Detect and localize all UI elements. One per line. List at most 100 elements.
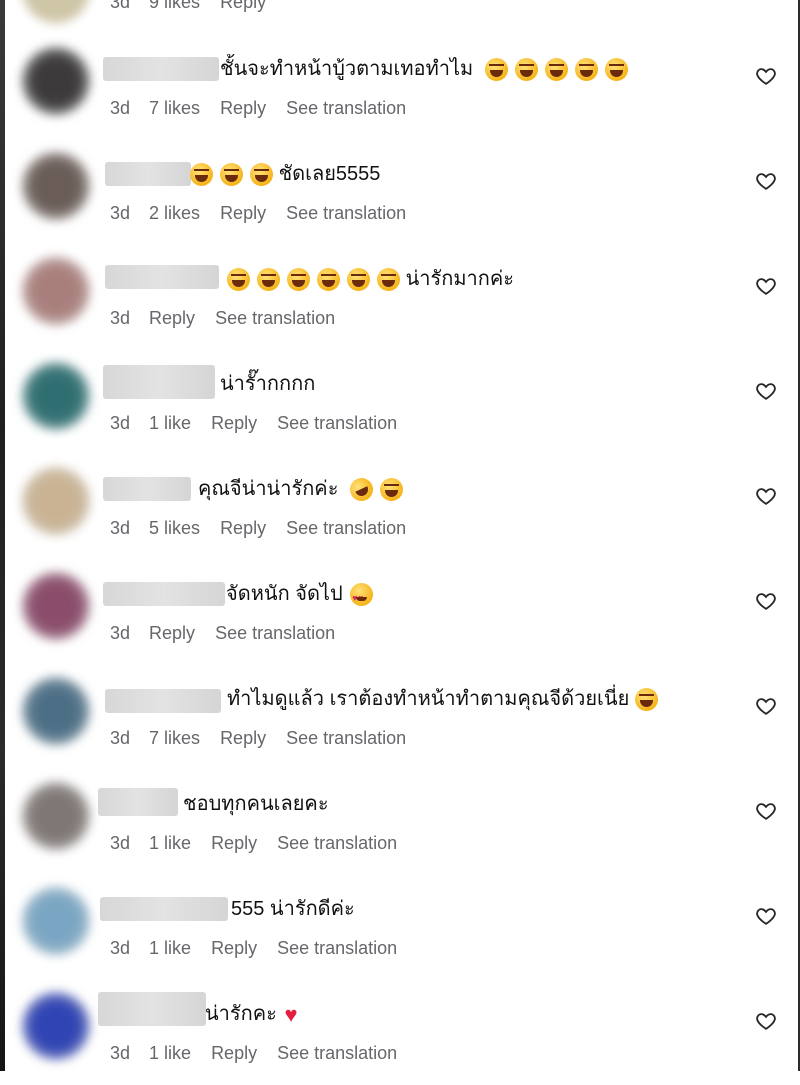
avatar[interactable] xyxy=(22,782,90,850)
emoji-row xyxy=(190,163,273,187)
reply-button[interactable]: Reply xyxy=(149,622,195,644)
comment-meta: 3d 7 likes Reply See translation xyxy=(110,97,406,119)
comment-likes[interactable]: 1 like xyxy=(149,412,191,434)
comment-text: ชัดเลย5555 xyxy=(190,162,381,187)
comment-likes[interactable]: 1 like xyxy=(149,937,191,959)
avatar[interactable] xyxy=(22,152,90,220)
comment-item: ชัดเลย5555 3d 2 likes Reply See translat… xyxy=(5,140,798,245)
comment-item: คุณจีน่าน่ารักค่ะ 3d 5 likes Reply See t… xyxy=(5,455,798,560)
like-heart-icon[interactable] xyxy=(755,905,777,927)
username-redacted[interactable] xyxy=(103,477,191,501)
reply-button[interactable]: Reply xyxy=(211,1042,257,1064)
comment-body: จัดหนัก จัดไป xyxy=(226,583,343,605)
comment-likes[interactable]: 7 likes xyxy=(149,97,200,119)
like-heart-icon[interactable] xyxy=(755,800,777,822)
avatar[interactable] xyxy=(22,257,90,325)
username-redacted[interactable] xyxy=(105,265,219,289)
username-redacted[interactable] xyxy=(98,992,206,1026)
comment-text: คุณจีน่าน่ารักค่ะ xyxy=(198,474,403,506)
comment-text: น่ารักคะ ♥ xyxy=(205,1002,298,1027)
username-redacted[interactable] xyxy=(103,582,225,606)
red-heart-emoji-icon: ♥ xyxy=(284,1001,298,1027)
comment-likes[interactable]: 9 likes xyxy=(149,0,200,13)
see-translation-button[interactable]: See translation xyxy=(277,1042,397,1064)
comment-time: 3d xyxy=(110,938,131,958)
see-translation-button[interactable]: See translation xyxy=(286,97,406,119)
reply-button[interactable]: Reply xyxy=(149,307,195,329)
see-translation-button[interactable]: See translation xyxy=(277,832,397,854)
comment-body: ทำไมดูแล้ว เราต้องทำหน้าทำตามคุณจีด้วยเน… xyxy=(227,688,630,710)
comment-likes[interactable]: 5 likes xyxy=(149,517,200,539)
comment-item: ทำไมดูแล้ว เราต้องทำหน้าทำตามคุณจีด้วยเน… xyxy=(5,665,798,770)
username-redacted[interactable] xyxy=(98,788,178,816)
see-translation-button[interactable]: See translation xyxy=(286,517,406,539)
reply-button[interactable]: Reply xyxy=(211,832,257,854)
see-translation-button[interactable]: See translation xyxy=(286,202,406,224)
avatar[interactable] xyxy=(22,47,90,115)
comments-list: 3d 9 likes Reply ชั้นจะทำหน้าบู้วตามเทอท… xyxy=(5,0,798,1071)
see-translation-button[interactable]: See translation xyxy=(277,412,397,434)
username-redacted[interactable] xyxy=(103,57,219,81)
comment-text: 555 น่ารักดีค่ะ xyxy=(231,897,355,921)
comment-text: จัดหนัก จัดไป xyxy=(226,582,374,610)
laughing-emoji-icon xyxy=(227,268,250,292)
laughing-emoji-icon xyxy=(514,58,538,82)
comment-text: ทำไมดูแล้ว เราต้องทำหน้าทำตามคุณจีด้วยเน… xyxy=(227,687,658,712)
comment-likes[interactable]: 7 likes xyxy=(149,727,200,749)
reply-button[interactable]: Reply xyxy=(220,727,266,749)
avatar[interactable] xyxy=(22,992,90,1060)
laughing-emoji-icon xyxy=(377,268,400,292)
reply-button[interactable]: Reply xyxy=(220,0,266,13)
username-redacted[interactable] xyxy=(105,162,191,186)
avatar[interactable] xyxy=(22,677,90,745)
see-translation-button[interactable]: See translation xyxy=(277,937,397,959)
username-redacted[interactable] xyxy=(100,897,228,921)
comment-time: 3d xyxy=(110,1043,131,1063)
comment-meta: 3d 1 like Reply See translation xyxy=(110,412,397,434)
see-translation-button[interactable]: See translation xyxy=(286,727,406,749)
comment-text: น่ารั๊ากกกก xyxy=(220,372,315,396)
comment-item: น่ารั๊ากกกก 3d 1 like Reply See translat… xyxy=(5,350,798,455)
comment-likes[interactable]: 1 like xyxy=(149,832,191,854)
comment-text: น่ารักมากค่ะ xyxy=(227,267,514,292)
comment-time: 3d xyxy=(110,833,131,853)
like-heart-icon[interactable] xyxy=(755,170,777,192)
like-heart-icon[interactable] xyxy=(755,695,777,717)
avatar[interactable] xyxy=(22,362,90,430)
comment-item: น่ารักคะ ♥ 3d 1 like Reply See translati… xyxy=(5,980,798,1085)
avatar[interactable] xyxy=(22,887,90,955)
laughing-emoji-icon xyxy=(484,58,508,82)
like-heart-icon[interactable] xyxy=(755,590,777,612)
comment-meta-partial: 3d 9 likes Reply xyxy=(110,0,286,13)
comment-body: คุณจีน่าน่ารักค่ะ xyxy=(198,478,339,500)
laughing-emoji-icon xyxy=(287,268,310,292)
username-redacted[interactable] xyxy=(105,689,221,713)
comment-body: 555 น่ารักดีค่ะ xyxy=(231,898,355,920)
comment-meta: 3d 1 like Reply See translation xyxy=(110,832,397,854)
username-redacted[interactable] xyxy=(103,365,215,399)
comment-likes[interactable]: 2 likes xyxy=(149,202,200,224)
heart-eyes-emoji-icon xyxy=(350,583,374,610)
avatar[interactable] xyxy=(22,0,90,23)
like-heart-icon[interactable] xyxy=(755,1010,777,1032)
like-heart-icon[interactable] xyxy=(755,380,777,402)
like-heart-icon[interactable] xyxy=(755,275,777,297)
reply-button[interactable]: Reply xyxy=(220,517,266,539)
avatar[interactable] xyxy=(22,467,90,535)
reply-button[interactable]: Reply xyxy=(211,937,257,959)
avatar[interactable] xyxy=(22,572,90,640)
comment-time: 3d xyxy=(110,518,131,538)
comment-item: จัดหนัก จัดไป 3d Reply See translation xyxy=(5,560,798,665)
like-heart-icon[interactable] xyxy=(755,485,777,507)
reply-button[interactable]: Reply xyxy=(211,412,257,434)
reply-button[interactable]: Reply xyxy=(220,97,266,119)
reply-button[interactable]: Reply xyxy=(220,202,266,224)
see-translation-button[interactable]: See translation xyxy=(215,307,335,329)
laughing-emoji-icon xyxy=(380,478,403,502)
comment-likes[interactable]: 1 like xyxy=(149,1042,191,1064)
comment-body: ชั้นจะทำหน้าบู้วตามเทอทำไม xyxy=(220,58,474,80)
like-heart-icon[interactable] xyxy=(755,65,777,87)
comment-body: ชัดเลย5555 xyxy=(278,163,381,185)
see-translation-button[interactable]: See translation xyxy=(215,622,335,644)
comment-time: 3d xyxy=(110,98,131,118)
